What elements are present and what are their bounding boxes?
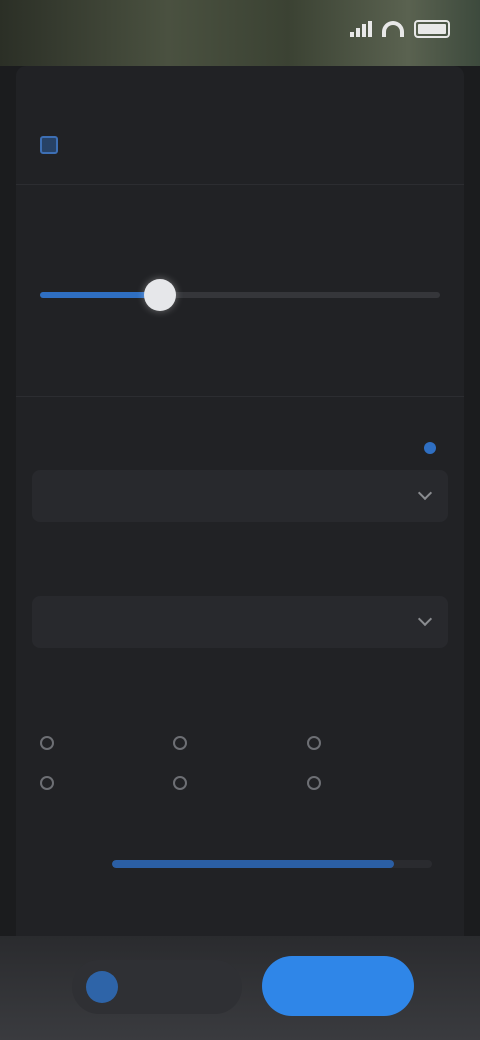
radio-icon <box>173 776 188 790</box>
option-item[interactable] <box>40 776 173 790</box>
radio-icon <box>40 736 54 750</box>
level-slider-fill <box>40 292 160 298</box>
divider <box>16 184 464 185</box>
secondary-button[interactable] <box>72 960 242 1014</box>
option-item[interactable] <box>40 736 173 750</box>
action-icon <box>86 971 118 1003</box>
level-slider-thumb[interactable] <box>144 279 176 311</box>
options-grid <box>40 736 440 790</box>
settings-sheet <box>16 66 464 946</box>
info-icon[interactable] <box>424 442 436 454</box>
wifi-icon <box>382 21 404 37</box>
status-icons <box>350 20 450 38</box>
radio-icon <box>40 776 54 790</box>
option-item[interactable] <box>306 776 440 790</box>
chevron-down-icon <box>417 611 433 627</box>
radio-icon <box>306 736 321 750</box>
option-checkbox[interactable] <box>40 136 58 154</box>
option-item[interactable] <box>173 736 306 750</box>
signal-icon <box>350 21 372 37</box>
level-slider[interactable] <box>40 279 440 311</box>
radio-icon <box>173 736 188 750</box>
radio-icon <box>306 776 321 790</box>
status-bar <box>0 0 480 66</box>
option-item[interactable] <box>173 776 306 790</box>
battery-icon <box>414 20 450 38</box>
primary-button[interactable] <box>262 956 414 1016</box>
option-item[interactable] <box>306 736 440 750</box>
chevron-down-icon <box>417 485 433 501</box>
footer-bar <box>0 936 480 1040</box>
divider <box>16 396 464 397</box>
progress-fill <box>112 860 394 868</box>
format-select[interactable] <box>32 596 448 648</box>
progress-bar <box>112 860 432 868</box>
source-select[interactable] <box>32 470 448 522</box>
